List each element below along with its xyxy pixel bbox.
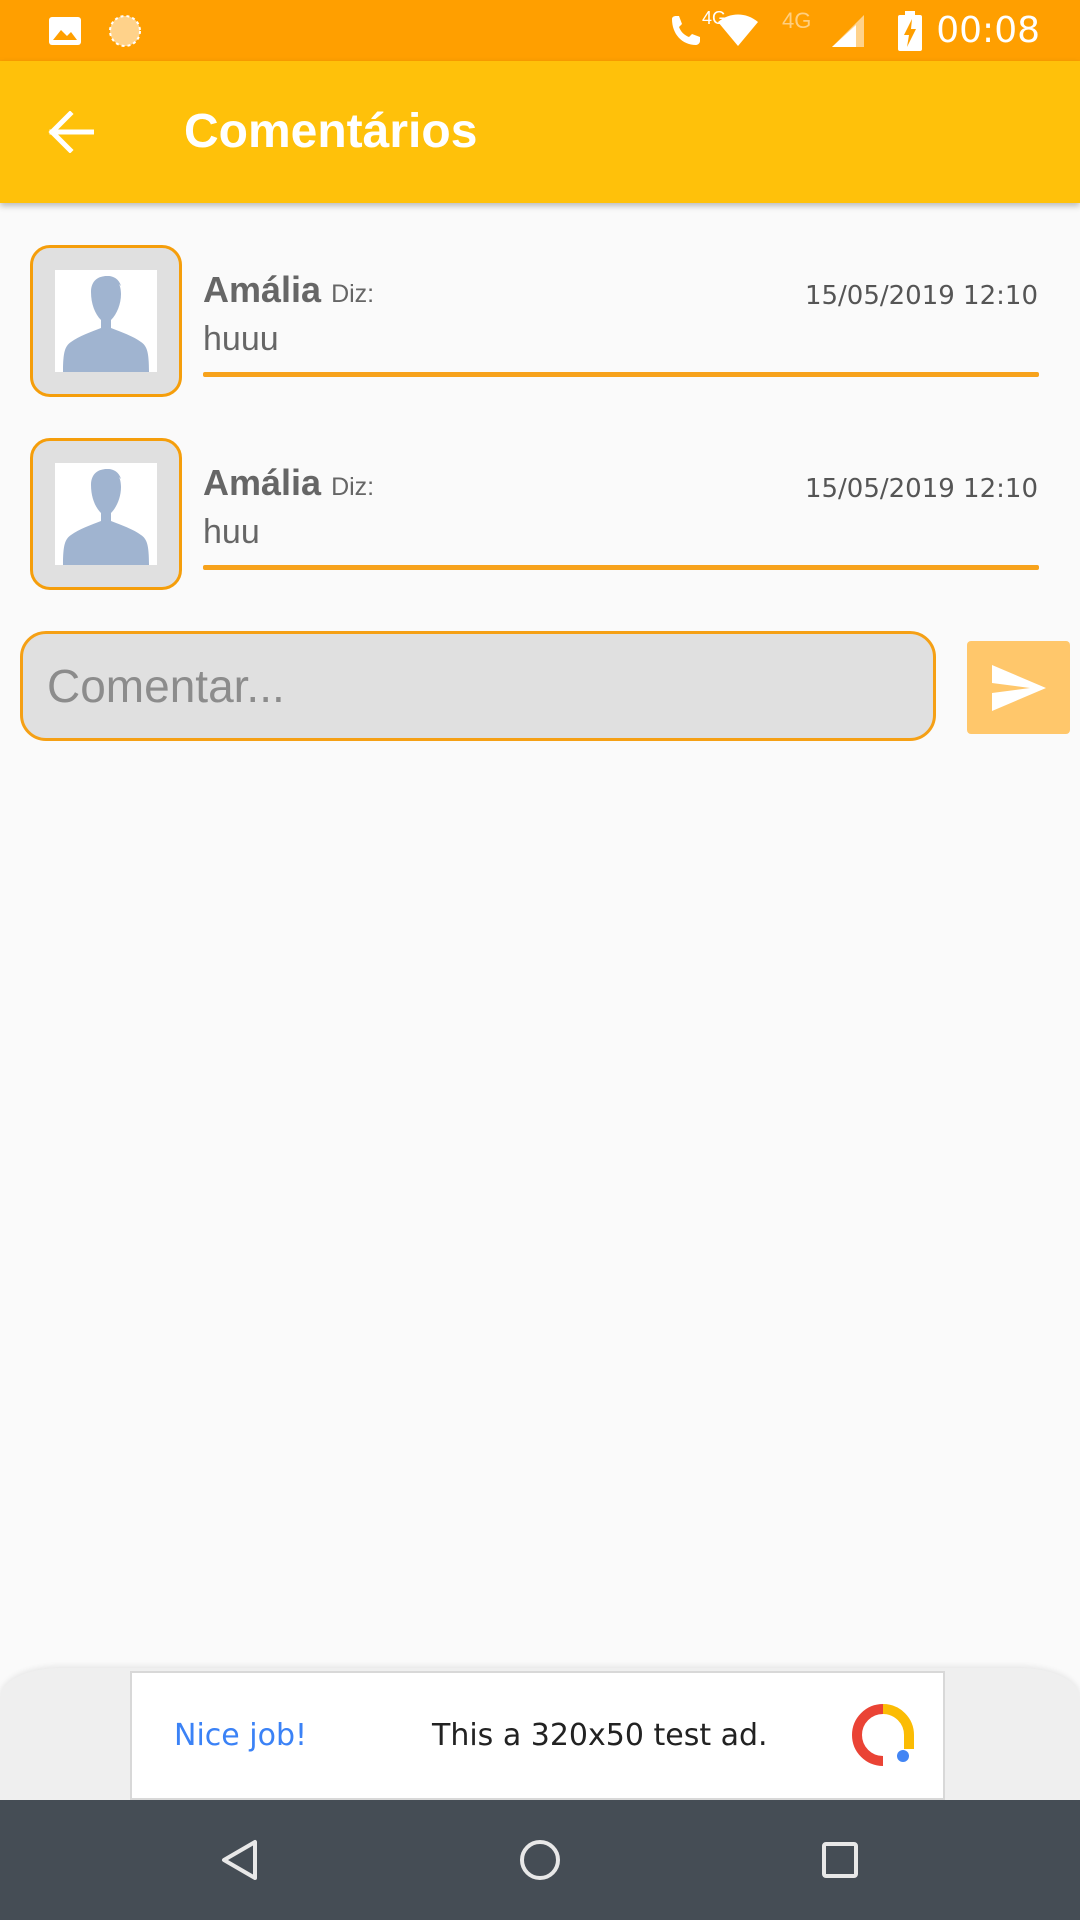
- wifi-icon: [716, 0, 760, 61]
- arrow-left-icon: [48, 111, 94, 153]
- comment-input[interactable]: [23, 634, 933, 738]
- cell-signal-icon: [830, 0, 866, 61]
- default-user-icon: [63, 276, 149, 372]
- sync-indicator-icon: [108, 0, 142, 61]
- navigation-bar: [0, 1800, 1080, 1920]
- comment-text: huuu: [203, 320, 279, 358]
- status-time: 00:08: [936, 10, 1040, 51]
- status-bar: 4G 4G 00:08: [0, 0, 1080, 61]
- battery-charging-icon: [898, 0, 922, 61]
- comment-header: Amália Diz:: [203, 269, 374, 311]
- image-icon: [48, 0, 82, 61]
- comment-timestamp: 15/05/2019 12:10: [804, 474, 1038, 504]
- comment-divider: [203, 372, 1039, 377]
- comment-item: Amália Diz: 15/05/2019 12:10 huuu: [0, 245, 1080, 415]
- back-button[interactable]: [36, 97, 106, 167]
- page-title: Comentários: [184, 105, 478, 158]
- default-user-icon: [63, 469, 149, 565]
- home-circle-icon: [520, 1840, 560, 1880]
- nav-recents-button[interactable]: [804, 1824, 876, 1896]
- comment-author: Amália: [203, 269, 322, 310]
- ad-banner[interactable]: Nice job! This a 320x50 test ad.: [130, 1671, 945, 1800]
- comment-text: huu: [203, 513, 260, 551]
- comment-timestamp: 15/05/2019 12:10: [804, 281, 1038, 311]
- back-triangle-icon: [222, 1840, 257, 1880]
- comment-divider: [203, 565, 1039, 570]
- avatar[interactable]: [30, 438, 182, 590]
- admob-logo-icon: [852, 1704, 914, 1766]
- ad-text: This a 320x50 test ad.: [432, 1718, 768, 1753]
- comment-item: Amália Diz: 15/05/2019 12:10 huu: [0, 438, 1080, 608]
- secondary-network-label: 4G: [782, 7, 812, 33]
- avatar[interactable]: [30, 245, 182, 397]
- app-bar: Comentários: [0, 61, 1080, 203]
- nav-back-button[interactable]: [204, 1824, 276, 1896]
- comment-header: Amália Diz:: [203, 462, 374, 504]
- comment-input-container: [20, 631, 936, 741]
- nav-home-button[interactable]: [504, 1824, 576, 1896]
- comment-says-label: Diz:: [331, 473, 375, 501]
- send-button[interactable]: [967, 641, 1070, 734]
- comment-says-label: Diz:: [331, 280, 375, 308]
- send-icon: [991, 664, 1046, 711]
- comment-author: Amália: [203, 462, 322, 503]
- recents-square-icon: [822, 1842, 858, 1878]
- ad-nice-label: Nice job!: [174, 1718, 308, 1753]
